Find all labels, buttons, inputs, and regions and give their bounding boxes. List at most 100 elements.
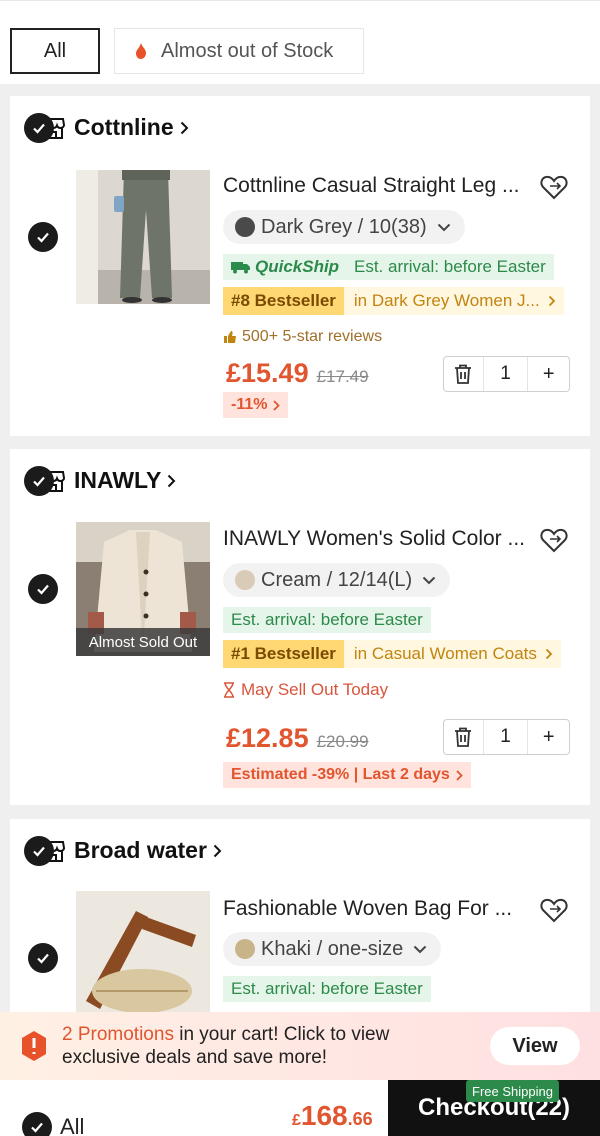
promo-message: 2 Promotions in your cart! Click to view… <box>62 1023 472 1069</box>
flame-icon <box>136 43 146 59</box>
discount-label: Estimated -39% | Last 2 days <box>231 766 450 783</box>
bestseller-category: in Dark Grey Women J... <box>353 291 540 310</box>
filter-bar: All Almost out of Stock <box>0 0 600 84</box>
chevron-down-icon <box>437 223 450 231</box>
product-image[interactable] <box>76 170 210 304</box>
quickship-tag: QuickShip <box>223 254 348 280</box>
quantity-value[interactable]: 1 <box>484 357 528 391</box>
chevron-right-icon <box>180 121 189 134</box>
store-name: INAWLY <box>74 467 162 493</box>
almost-sold-out-badge: Almost Sold Out <box>76 628 210 656</box>
current-price: £15.49 <box>226 358 309 388</box>
arrival-tag: Est. arrival: before Easter <box>346 254 554 280</box>
color-swatch <box>235 939 255 959</box>
bestseller-row[interactable]: #8 Bestseller in Dark Grey Women J... <box>223 287 564 315</box>
reviews-label: 500+ 5-star reviews <box>242 328 383 345</box>
bestseller-rank: #8 Bestseller <box>223 287 344 315</box>
store-header[interactable]: INAWLY <box>24 465 176 496</box>
store-name: Broad water <box>74 837 207 863</box>
arrival-tag: Est. arrival: before Easter <box>223 976 431 1002</box>
total-currency: £ <box>292 1112 301 1129</box>
checkout-bar: £ 168 .66 Checkout(22) Free Shipping <box>0 1080 600 1136</box>
price-row: £15.49 £17.49 <box>226 358 369 389</box>
filter-almost-out-of-stock-chip[interactable]: Almost out of Stock <box>114 28 364 74</box>
delete-button[interactable] <box>444 720 484 754</box>
truck-icon <box>231 262 250 274</box>
quickship-label: QuickShip <box>255 257 340 276</box>
checkmark-icon <box>33 476 45 487</box>
chevron-right-icon <box>273 399 281 411</box>
select-all-checkbox[interactable] <box>22 1112 52 1136</box>
store-card-inawly: INAWLY Almost Sold Out INAWLY Women's So… <box>10 449 590 805</box>
store-select-checkbox[interactable] <box>24 465 54 496</box>
total-integer: 168 <box>300 1100 348 1131</box>
variant-selector[interactable]: Dark Grey / 10(38) <box>223 210 465 244</box>
chevron-down-icon <box>422 576 436 584</box>
chevron-right-icon <box>168 474 176 487</box>
product-image[interactable]: Almost Sold Out <box>76 522 210 656</box>
sell-out-label: May Sell Out Today <box>241 680 389 699</box>
quantity-stepper: 1 + <box>443 719 570 755</box>
hourglass-icon <box>224 682 234 698</box>
arrival-tag: Est. arrival: before Easter <box>223 607 431 633</box>
store-header[interactable]: Broad water <box>24 835 222 866</box>
cart-total: £ 168 .66 <box>292 1100 373 1132</box>
chevron-right-icon <box>213 844 222 857</box>
promotions-banner[interactable]: 2 Promotions in your cart! Click to view… <box>0 1012 600 1080</box>
product-title[interactable]: Cottnline Casual Straight Leg ... <box>223 174 528 198</box>
bag-photo <box>76 891 210 1019</box>
checkmark-icon <box>31 1122 43 1133</box>
wishlist-heart-icon[interactable] <box>540 897 568 923</box>
select-all-label[interactable]: All <box>60 1114 84 1136</box>
product-image[interactable] <box>76 891 210 1019</box>
variant-label: Khaki / one-size <box>261 937 404 960</box>
item-select-checkbox[interactable] <box>28 222 58 252</box>
filter-all-chip[interactable]: All <box>10 28 100 74</box>
bestseller-rank: #1 Bestseller <box>223 640 344 668</box>
variant-selector[interactable]: Khaki / one-size <box>223 932 442 966</box>
original-price: £20.99 <box>316 732 369 751</box>
reviews-row: 500+ 5-star reviews <box>223 328 382 346</box>
checkmark-icon <box>33 846 45 857</box>
store-select-checkbox[interactable] <box>24 112 54 143</box>
jeans-photo <box>76 170 210 304</box>
store-card-broad-water: Broad water Fashionable Woven Bag For ..… <box>10 819 590 1019</box>
chevron-right-icon <box>548 295 555 307</box>
variant-label: Cream / 12/14(L) <box>261 568 413 591</box>
thumbs-up-icon <box>224 331 236 343</box>
promo-highlight: 2 Promotions <box>62 1024 174 1045</box>
product-title[interactable]: INAWLY Women's Solid Color ... <box>223 527 528 551</box>
delete-button[interactable] <box>444 357 484 391</box>
checkmark-icon <box>37 953 49 964</box>
chevron-right-icon <box>545 648 553 660</box>
store-select-checkbox[interactable] <box>24 835 54 866</box>
variant-selector[interactable]: Cream / 12/14(L) <box>223 563 451 597</box>
variant-label: Dark Grey / 10(38) <box>261 215 427 238</box>
sell-out-warning: May Sell Out Today <box>223 680 388 700</box>
store-card-cottnline: Cottnline Cottnline Casual Straight Leg … <box>10 96 590 436</box>
quantity-value[interactable]: 1 <box>484 720 528 754</box>
checkmark-icon <box>33 123 45 134</box>
store-header[interactable]: Cottnline <box>24 112 189 143</box>
original-price: £17.49 <box>316 367 369 386</box>
product-title[interactable]: Fashionable Woven Bag For ... <box>223 897 528 921</box>
color-swatch <box>235 217 255 237</box>
increment-button[interactable]: + <box>527 357 569 391</box>
bestseller-row[interactable]: #1 Bestseller in Casual Women Coats <box>223 640 561 668</box>
discount-label: -11% <box>231 396 268 413</box>
increment-button[interactable]: + <box>527 720 569 754</box>
item-select-checkbox[interactable] <box>28 943 58 973</box>
view-promotions-button[interactable]: View <box>490 1027 580 1065</box>
current-price: £12.85 <box>226 723 309 753</box>
chevron-down-icon <box>414 945 427 953</box>
discount-tag: -11% <box>223 392 289 418</box>
price-row: £12.85 £20.99 <box>226 723 369 754</box>
item-select-checkbox[interactable] <box>28 574 58 604</box>
chevron-right-icon <box>456 769 463 781</box>
color-swatch <box>235 570 255 590</box>
store-name: Cottnline <box>74 114 174 140</box>
checkmark-icon <box>37 232 49 243</box>
wishlist-heart-icon[interactable] <box>540 174 568 200</box>
quantity-stepper: 1 + <box>443 356 570 392</box>
wishlist-heart-icon[interactable] <box>540 527 568 553</box>
